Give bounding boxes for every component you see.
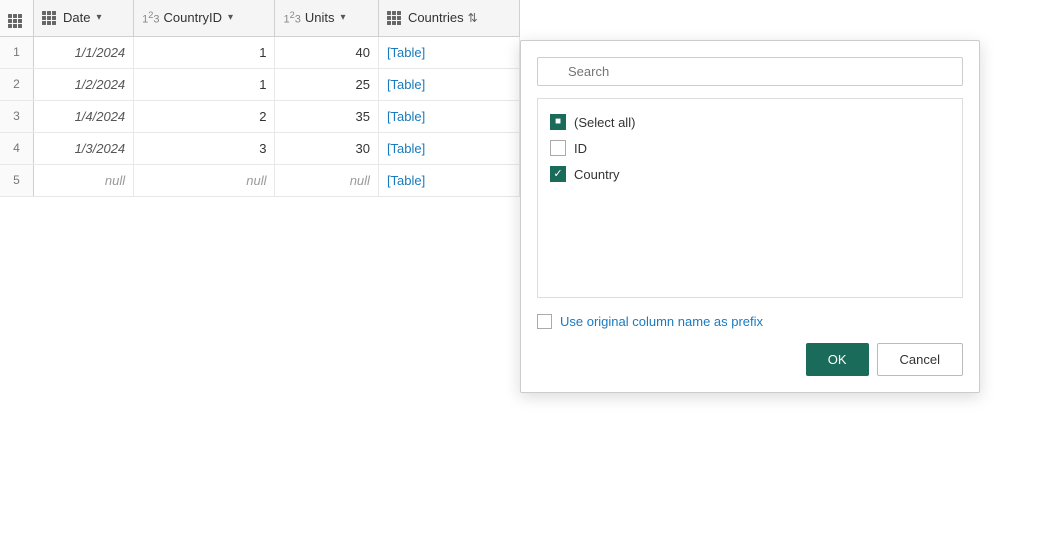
checkbox-item[interactable]: (Select all): [550, 109, 950, 135]
countries-cell: [Table]: [378, 68, 519, 100]
countryid-type-icon: 123: [142, 10, 159, 26]
checkbox-label: Country: [574, 167, 620, 182]
date-col-label: Date: [63, 10, 90, 25]
checkbox-label: ID: [574, 141, 587, 156]
units-col-label: Units: [305, 10, 335, 25]
row-num-cell: 4: [0, 132, 34, 164]
units-cell: 40: [275, 36, 378, 68]
date-cell: 1/2/2024: [34, 68, 134, 100]
units-cell: null: [275, 164, 378, 196]
countries-cell: [Table]: [378, 100, 519, 132]
column-picker-popup: (Select all) ID Country Use original col…: [520, 40, 980, 393]
units-column-header[interactable]: 123 Units ▾: [275, 0, 378, 36]
countries-cell: [Table]: [378, 132, 519, 164]
table-row: 5 null null null [Table]: [0, 164, 520, 196]
countryid-dropdown-icon[interactable]: ▾: [228, 12, 233, 23]
countryid-col-label: CountryID: [164, 10, 223, 25]
countryid-cell: null: [134, 164, 275, 196]
grid-icon: [8, 14, 22, 28]
row-num-header: [0, 0, 34, 36]
checkbox[interactable]: [550, 114, 566, 130]
date-cell: 1/4/2024: [34, 100, 134, 132]
checkbox-item[interactable]: Country: [550, 161, 950, 187]
date-icon: [42, 11, 56, 25]
prefix-checkbox[interactable]: [537, 314, 552, 329]
table-container: Date ▾ 123 CountryID ▾ 123 Units ▾: [0, 0, 1058, 540]
countries-col-label: Countries: [408, 10, 464, 25]
date-cell: 1/1/2024: [34, 36, 134, 68]
search-input[interactable]: [537, 57, 963, 86]
cancel-button[interactable]: Cancel: [877, 343, 963, 376]
countries-table-icon: [387, 11, 401, 25]
units-dropdown-icon[interactable]: ▾: [340, 12, 345, 23]
prefix-label: Use original column name as prefix: [560, 314, 763, 329]
units-cell: 30: [275, 132, 378, 164]
row-num-cell: 2: [0, 68, 34, 100]
checkbox-item[interactable]: ID: [550, 135, 950, 161]
countryid-cell: 3: [134, 132, 275, 164]
checkbox[interactable]: [550, 166, 566, 182]
checkbox-list: (Select all) ID Country: [537, 98, 963, 298]
row-num-cell: 5: [0, 164, 34, 196]
button-row: OK Cancel: [537, 343, 963, 376]
checkbox-label: (Select all): [574, 115, 635, 130]
table-row: 3 1/4/2024 2 35 [Table]: [0, 100, 520, 132]
row-num-cell: 1: [0, 36, 34, 68]
search-wrapper: [537, 57, 963, 86]
countries-cell: [Table]: [378, 164, 519, 196]
row-num-cell: 3: [0, 100, 34, 132]
countries-sort-icon[interactable]: ⇅: [468, 11, 478, 25]
units-cell: 35: [275, 100, 378, 132]
units-type-icon: 123: [283, 10, 300, 26]
date-dropdown-icon[interactable]: ▾: [96, 12, 101, 23]
countries-column-header[interactable]: Countries ⇅: [378, 0, 519, 36]
date-cell: 1/3/2024: [34, 132, 134, 164]
prefix-row: Use original column name as prefix: [537, 314, 963, 329]
ok-button[interactable]: OK: [806, 343, 869, 376]
table-row: 4 1/3/2024 3 30 [Table]: [0, 132, 520, 164]
countries-cell: [Table]: [378, 36, 519, 68]
data-table: Date ▾ 123 CountryID ▾ 123 Units ▾: [0, 0, 520, 197]
date-column-header[interactable]: Date ▾: [34, 0, 134, 36]
date-cell: null: [34, 164, 134, 196]
checkbox[interactable]: [550, 140, 566, 156]
units-cell: 25: [275, 68, 378, 100]
countryid-cell: 1: [134, 68, 275, 100]
countryid-cell: 2: [134, 100, 275, 132]
table-row: 2 1/2/2024 1 25 [Table]: [0, 68, 520, 100]
table-row: 1 1/1/2024 1 40 [Table]: [0, 36, 520, 68]
countryid-cell: 1: [134, 36, 275, 68]
countryid-column-header[interactable]: 123 CountryID ▾: [134, 0, 275, 36]
